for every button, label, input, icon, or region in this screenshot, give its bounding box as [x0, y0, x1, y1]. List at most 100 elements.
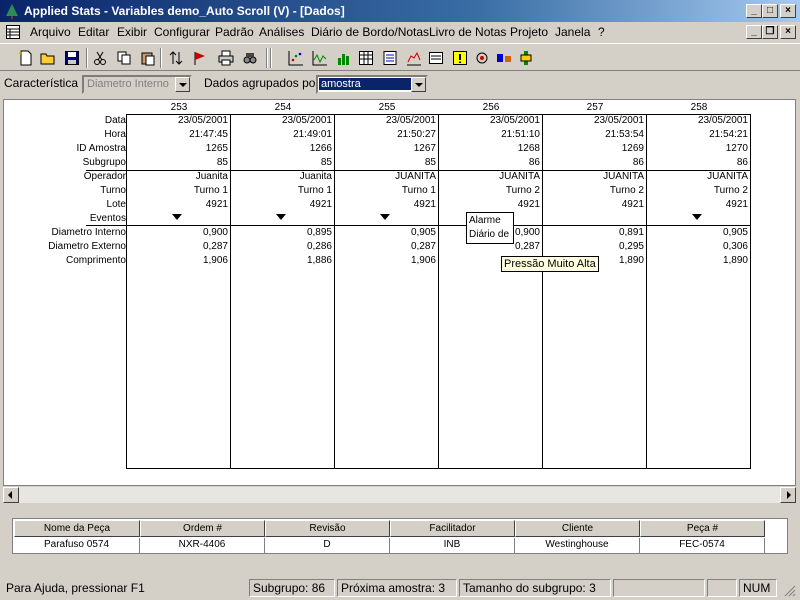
cell-hora[interactable]: 21:50:27	[336, 128, 436, 141]
cell-diametro-interno[interactable]: 0,905	[648, 226, 748, 239]
caracteristica-select[interactable]: Diametro Interno	[82, 75, 192, 94]
cell-operador[interactable]: Juanita	[128, 170, 228, 183]
scroll-left-icon[interactable]	[3, 487, 19, 503]
open-folder-icon[interactable]	[38, 48, 58, 68]
cell-data[interactable]: 23/05/2001	[232, 114, 332, 127]
cell-lote[interactable]: 4921	[648, 198, 748, 211]
menu-livro-notas[interactable]: Livro de Notas	[429, 25, 506, 39]
menu-diario-bordo[interactable]: Diário de Bordo/Notas	[311, 25, 429, 39]
cell-diametro-externo[interactable]: 0,286	[232, 240, 332, 253]
cell-subgrupo[interactable]: 86	[544, 156, 644, 169]
workflow-icon[interactable]	[472, 48, 492, 68]
menu-padrao[interactable]: Padrão	[215, 25, 254, 39]
cell-diametro-interno[interactable]: 0,900	[128, 226, 228, 239]
cell-data[interactable]: 23/05/2001	[544, 114, 644, 127]
cell-subgrupo[interactable]: 86	[648, 156, 748, 169]
menu-arquivo[interactable]: Arquivo	[30, 25, 71, 39]
table-icon[interactable]	[356, 48, 376, 68]
close-button[interactable]: ×	[780, 4, 796, 18]
histogram-icon[interactable]	[404, 48, 424, 68]
menu-configurar[interactable]: Configurar	[154, 25, 210, 39]
event-popup-item[interactable]: Diário de	[469, 228, 511, 242]
cell-diametro-externo[interactable]: 0,295	[544, 240, 644, 253]
alert-icon[interactable]	[450, 48, 470, 68]
cell-turno[interactable]: Turno 1	[336, 184, 436, 197]
chevron-down-icon[interactable]	[411, 77, 426, 92]
cut-icon[interactable]	[90, 48, 110, 68]
info-value[interactable]: NXR-4406	[140, 538, 265, 553]
mdi-close-button[interactable]: ×	[780, 25, 796, 39]
info-value[interactable]: FEC-0574	[640, 538, 765, 553]
settings-icon[interactable]	[516, 48, 536, 68]
menu-janela[interactable]: Janela	[555, 25, 590, 39]
cell-lote[interactable]: 4921	[128, 198, 228, 211]
cell-hora[interactable]: 21:54:21	[648, 128, 748, 141]
document-grid-icon[interactable]	[6, 25, 20, 39]
cell-diametro-externo[interactable]: 0,306	[648, 240, 748, 253]
mdi-restore-button[interactable]: ❐	[762, 25, 778, 39]
list-icon[interactable]	[426, 48, 446, 68]
cell-lote[interactable]: 4921	[544, 198, 644, 211]
sort-arrows-icon[interactable]	[166, 48, 186, 68]
resize-grip-icon[interactable]	[782, 583, 796, 597]
event-marker-icon[interactable]	[692, 214, 702, 220]
cell-hora[interactable]: 21:53:54	[544, 128, 644, 141]
print-icon[interactable]	[216, 48, 236, 68]
info-value[interactable]: Westinghouse	[515, 538, 640, 553]
cell-diametro-interno[interactable]: 0,895	[232, 226, 332, 239]
menu-exibir[interactable]: Exibir	[117, 25, 147, 39]
event-marker-icon[interactable]	[380, 214, 390, 220]
cell-id[interactable]: 1270	[648, 142, 748, 155]
cell-id[interactable]: 1266	[232, 142, 332, 155]
cell-comprimento[interactable]: 1,906	[336, 254, 436, 267]
find-icon[interactable]	[240, 48, 260, 68]
cell-lote[interactable]: 4921	[232, 198, 332, 211]
cell-comprimento[interactable]: 1,906	[128, 254, 228, 267]
info-value[interactable]: D	[265, 538, 390, 553]
cell-operador[interactable]: JUANITA	[544, 170, 644, 183]
menu-analises[interactable]: Análises	[259, 25, 304, 39]
cell-id[interactable]: 1268	[440, 142, 540, 155]
info-value[interactable]: INB	[390, 538, 515, 553]
cell-data[interactable]: 23/05/2001	[336, 114, 436, 127]
cell-operador[interactable]: Juanita	[232, 170, 332, 183]
maximize-button[interactable]: □	[762, 4, 778, 18]
cell-comprimento[interactable]: 1,886	[232, 254, 332, 267]
cell-operador[interactable]: JUANITA	[336, 170, 436, 183]
save-icon[interactable]	[62, 48, 82, 68]
cell-diametro-externo[interactable]: 0,287	[336, 240, 436, 253]
cell-lote[interactable]: 4921	[440, 198, 540, 211]
event-marker-icon[interactable]	[172, 214, 182, 220]
info-value[interactable]: Parafuso 0574	[14, 538, 140, 553]
menu-projeto[interactable]: Projeto	[510, 25, 548, 39]
paste-icon[interactable]	[138, 48, 158, 68]
cell-lote[interactable]: 4921	[336, 198, 436, 211]
cell-turno[interactable]: Turno 2	[544, 184, 644, 197]
cell-hora[interactable]: 21:47:45	[128, 128, 228, 141]
control-chart-icon[interactable]	[310, 48, 330, 68]
mdi-minimize-button[interactable]: _	[746, 25, 762, 39]
cell-diametro-interno[interactable]: 0,905	[336, 226, 436, 239]
cell-id[interactable]: 1267	[336, 142, 436, 155]
cell-diametro-externo[interactable]: 0,287	[128, 240, 228, 253]
cell-turno[interactable]: Turno 2	[648, 184, 748, 197]
cell-turno[interactable]: Turno 1	[232, 184, 332, 197]
analysis-icon[interactable]	[494, 48, 514, 68]
event-marker-icon[interactable]	[276, 214, 286, 220]
notes-icon[interactable]	[380, 48, 400, 68]
horizontal-scrollbar[interactable]	[3, 487, 796, 503]
chevron-down-icon[interactable]	[175, 77, 190, 92]
cell-comprimento[interactable]: 1,890	[648, 254, 748, 267]
cell-operador[interactable]: JUANITA	[648, 170, 748, 183]
copy-icon[interactable]	[114, 48, 134, 68]
cell-subgrupo[interactable]: 85	[128, 156, 228, 169]
cell-subgrupo[interactable]: 85	[336, 156, 436, 169]
flag-icon[interactable]	[190, 48, 210, 68]
scatter-chart-icon[interactable]	[286, 48, 306, 68]
cell-hora[interactable]: 21:51:10	[440, 128, 540, 141]
cell-data[interactable]: 23/05/2001	[648, 114, 748, 127]
cell-hora[interactable]: 21:49:01	[232, 128, 332, 141]
scroll-right-icon[interactable]	[780, 487, 796, 503]
cell-subgrupo[interactable]: 86	[440, 156, 540, 169]
event-popup[interactable]: Alarme Diário de	[466, 212, 514, 244]
